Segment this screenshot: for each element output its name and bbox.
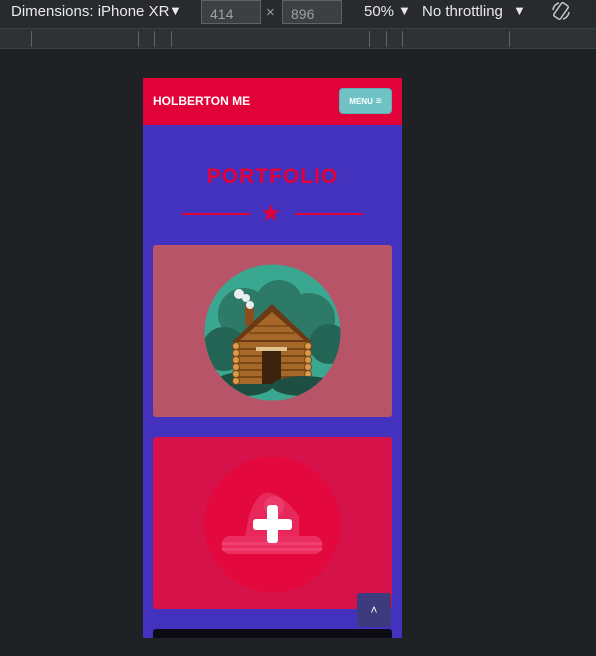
star-icon: ★ [260,200,282,227]
throttling-dropdown-arrow-icon[interactable]: ▼ [513,3,526,18]
ruler-tick [509,31,510,47]
ruler-tick [386,31,387,47]
throttling-dropdown[interactable]: No throttling [422,3,503,20]
chevron-up-icon: ˄ [370,603,378,617]
ruler-tick [402,31,403,47]
plus-overlay-icon [204,456,341,593]
dimensions-dropdown-arrow-icon[interactable]: ▼ [169,3,182,18]
media-query-ruler [0,28,596,49]
ruler-tick [369,31,370,47]
devtools-toolbar: Dimensions: iPhone XR ▼ × 50% ▼ No throt… [0,0,596,28]
divider-line-right [295,213,363,215]
hamburger-icon: ≡ [375,95,382,107]
navbar: HOLBERTON ME MENU ≡ [143,78,402,125]
menu-button[interactable]: MENU ≡ [339,88,392,114]
back-to-top-button[interactable]: ˄ [357,593,391,627]
zoom-dropdown[interactable]: 50% [364,3,394,20]
ruler-tick [138,31,139,47]
ruler-tick [154,31,155,47]
rotate-icon[interactable] [551,1,571,21]
viewport-width-input[interactable] [201,0,261,24]
brand-logo-text[interactable]: HOLBERTON ME [153,94,250,108]
zoom-dropdown-arrow-icon[interactable]: ▼ [398,3,411,18]
viewport-height-input[interactable] [282,0,342,24]
menu-label: MENU [349,96,373,106]
times-symbol: × [266,4,275,21]
log-cabin-icon [204,264,341,401]
ruler-tick [171,31,172,47]
device-dimensions-dropdown[interactable]: Dimensions: iPhone XR [11,3,169,20]
portfolio-item-cabin[interactable] [153,245,392,417]
ruler-tick [31,31,32,47]
portfolio-item-hover[interactable] [153,437,392,609]
portfolio-item-dark[interactable] [153,629,392,638]
divider-line-left [182,213,250,215]
device-viewport: HOLBERTON ME MENU ≡ PORTFOLIO ★ ˄ [143,78,402,638]
section-title: PORTFOLIO [206,165,339,188]
